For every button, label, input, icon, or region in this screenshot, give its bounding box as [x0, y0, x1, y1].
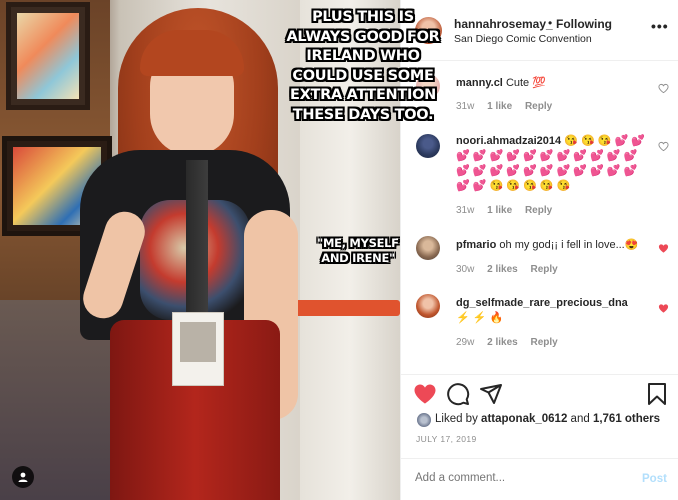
woman-bangs: [140, 30, 244, 76]
comment-text: oh my god¡¡ i fell in love...😍: [499, 239, 639, 251]
comment-heart-icon[interactable]: [658, 83, 669, 94]
comment-text: Cute 💯: [505, 77, 546, 89]
comment-meta: 30w 2 likes Reply: [456, 264, 568, 275]
bookmark-icon[interactable]: [645, 382, 669, 406]
comment-age[interactable]: 30w: [456, 264, 474, 275]
lanyard: [186, 160, 208, 316]
post-location[interactable]: San Diego Comic Convention: [454, 33, 592, 45]
comment-body: dg_selfmade_rare_precious_dna ⚡ ⚡ 🔥: [456, 296, 646, 326]
reply-button[interactable]: Reply: [525, 205, 552, 216]
post-comment-button[interactable]: Post: [642, 473, 667, 485]
commenter-avatar[interactable]: [416, 236, 440, 260]
badge-photo: [180, 322, 216, 362]
comment-age[interactable]: 31w: [456, 101, 474, 112]
liker-username[interactable]: attaponak_0612: [481, 413, 567, 425]
meme-caption-middle: "ME, MYSELF AND IRENE": [317, 236, 399, 265]
commenter-avatar[interactable]: [416, 134, 440, 158]
liker-avatar[interactable]: [417, 413, 431, 427]
comment-body: pfmario oh my god¡¡ i fell in love...😍: [456, 238, 646, 253]
reply-button[interactable]: Reply: [525, 101, 552, 112]
add-comment-bar: Post: [401, 458, 678, 500]
comment-username[interactable]: pfmario: [456, 239, 496, 251]
comment-like-count[interactable]: 2 likes: [487, 264, 518, 275]
meme-caption-top: PLUS THIS IS ALWAYS GOOD FOR IRELAND WHO…: [286, 9, 440, 123]
comment-like-count[interactable]: 2 likes: [487, 337, 518, 348]
commenter-avatar[interactable]: [416, 294, 440, 318]
comment-text: ⚡ ⚡ 🔥: [456, 312, 504, 324]
header-separator: •: [548, 16, 553, 30]
comment-age[interactable]: 31w: [456, 205, 474, 216]
likes-and: and: [570, 413, 590, 425]
comment-username[interactable]: noori.ahmadzai2014: [456, 135, 561, 147]
comment-age[interactable]: 29w: [456, 337, 474, 348]
comment-username[interactable]: manny.cl: [456, 77, 503, 89]
comment-username[interactable]: dg_selfmade_rare_precious_dna: [456, 297, 628, 309]
comment-heart-liked-icon[interactable]: [658, 243, 669, 254]
comment-like-count[interactable]: 1 like: [487, 205, 512, 216]
tagged-user-icon[interactable]: [12, 466, 34, 488]
following-button[interactable]: Following: [556, 17, 612, 31]
author-username[interactable]: hannahrosemay_: [454, 17, 553, 31]
comment-meta: 31w 1 like Reply: [456, 101, 562, 112]
comment-icon[interactable]: [446, 382, 470, 406]
share-icon[interactable]: [479, 382, 503, 406]
comment-heart-liked-icon[interactable]: [658, 303, 669, 314]
post-date[interactable]: JULY 17, 2019: [416, 434, 477, 444]
comment-heart-icon[interactable]: [658, 141, 669, 152]
likes-summary: Liked by attaponak_0612 and 1,761 others: [435, 413, 660, 425]
add-comment-input[interactable]: [415, 472, 615, 484]
likes-prefix: Liked by: [435, 413, 478, 425]
reply-button[interactable]: Reply: [531, 264, 558, 275]
wall-art-frame: [6, 2, 90, 110]
more-horizontal-icon[interactable]: •••: [651, 18, 669, 34]
comment-like-count[interactable]: 1 like: [487, 101, 512, 112]
comment-body: noori.ahmadzai2014 😘 😘 😘 💕 💕 💕 💕 💕 💕 💕 💕…: [456, 134, 646, 194]
comment-body: manny.cl Cute 💯: [456, 76, 646, 91]
like-heart-icon[interactable]: [413, 382, 437, 406]
likes-others-link[interactable]: 1,761 others: [593, 413, 660, 425]
comment-meta: 31w 1 like Reply: [456, 205, 562, 216]
reply-button[interactable]: Reply: [531, 337, 558, 348]
comment-meta: 29w 2 likes Reply: [456, 337, 568, 348]
